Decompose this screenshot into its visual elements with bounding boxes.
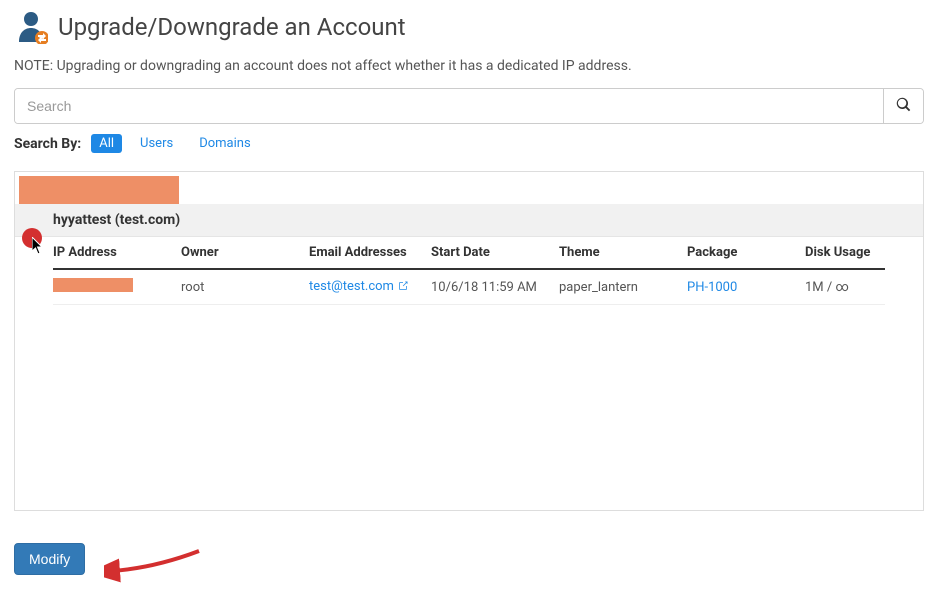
search-icon xyxy=(896,97,911,115)
cell-start: 10/6/18 11:59 AM xyxy=(431,280,559,295)
cell-package: PH-1000 xyxy=(687,280,805,295)
col-email: Email Addresses xyxy=(309,245,431,260)
external-link-icon xyxy=(397,281,409,296)
cell-theme: paper_lantern xyxy=(559,280,687,295)
account-arrows-icon xyxy=(14,10,48,44)
col-owner: Owner xyxy=(181,245,309,260)
col-theme: Theme xyxy=(559,245,687,260)
filter-all[interactable]: All xyxy=(91,134,122,153)
cell-owner: root xyxy=(181,280,309,295)
redacted-block xyxy=(19,176,179,204)
search-button[interactable] xyxy=(883,89,923,123)
col-start: Start Date xyxy=(431,245,559,260)
results-panel: hyyattest (test.com) IP Address Owner Em… xyxy=(14,171,924,511)
col-disk: Disk Usage xyxy=(805,245,885,260)
redacted-ip xyxy=(53,278,133,292)
page-title: Upgrade/Downgrade an Account xyxy=(58,13,406,41)
filter-domains[interactable]: Domains xyxy=(191,134,258,153)
page-header: Upgrade/Downgrade an Account xyxy=(14,10,924,44)
cell-email: test@test.com xyxy=(309,279,431,296)
footer-row: Modify xyxy=(14,543,924,575)
search-bar xyxy=(14,88,924,124)
note-text: NOTE: Upgrading or downgrading an accoun… xyxy=(14,58,924,74)
search-input[interactable] xyxy=(15,89,883,123)
account-table: IP Address Owner Email Addresses Start D… xyxy=(15,237,923,305)
package-link[interactable]: PH-1000 xyxy=(687,280,737,295)
email-text: test@test.com xyxy=(309,279,394,294)
cursor-icon xyxy=(32,237,46,259)
modify-button[interactable]: Modify xyxy=(14,543,85,575)
email-link[interactable]: test@test.com xyxy=(309,279,409,294)
filter-users[interactable]: Users xyxy=(132,134,181,153)
filter-row: Search By: All Users Domains xyxy=(14,134,924,153)
col-ip: IP Address xyxy=(53,245,181,260)
annotation-arrow-icon xyxy=(104,543,204,587)
cell-disk: 1M / ∞ xyxy=(805,280,885,295)
col-package: Package xyxy=(687,245,805,260)
account-header: hyyattest (test.com) xyxy=(15,204,923,237)
table-row[interactable]: root test@test.com 10/6/18 11:59 AM pape… xyxy=(53,270,885,305)
cell-ip xyxy=(53,278,181,296)
table-header-row: IP Address Owner Email Addresses Start D… xyxy=(53,237,885,270)
search-by-label: Search By: xyxy=(14,136,81,152)
